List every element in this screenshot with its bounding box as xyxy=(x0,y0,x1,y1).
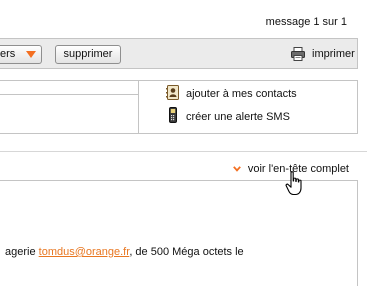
contact-card-icon xyxy=(166,85,180,103)
create-sms-alert-label: créer une alerte SMS xyxy=(186,110,290,123)
create-sms-alert-link[interactable]: créer une alerte SMS xyxy=(166,107,290,126)
delete-button[interactable]: supprimer xyxy=(55,45,121,64)
move-to-folder-button[interactable]: ers xyxy=(0,45,42,64)
print-link[interactable]: imprimer xyxy=(312,48,355,60)
header-column-divider xyxy=(138,81,139,134)
message-text-before: agerie xyxy=(5,246,39,258)
printer-icon[interactable] xyxy=(291,47,305,64)
header-row-divider xyxy=(0,94,138,95)
dropdown-arrow-icon xyxy=(26,51,36,58)
hand-pointer-icon xyxy=(285,171,305,200)
message-text-after: , de 500 Méga octets le xyxy=(129,246,244,258)
mobile-phone-icon xyxy=(166,107,180,126)
message-header-panel: ajouter à mes contacts créer une alerte … xyxy=(0,80,358,134)
add-to-contacts-label: ajouter à mes contacts xyxy=(186,88,297,100)
chevron-down-icon xyxy=(232,163,241,175)
message-toolbar: ers supprimer imprimer xyxy=(0,38,358,69)
section-divider xyxy=(0,151,367,152)
message-body-text: agerie tomdus@orange.fr, de 500 Méga oct… xyxy=(5,246,244,258)
pagination-status: message 1 sur 1 xyxy=(265,16,347,28)
add-to-contacts-link[interactable]: ajouter à mes contacts xyxy=(166,85,297,103)
move-to-folder-label: ers xyxy=(0,48,16,60)
email-link[interactable]: tomdus@orange.fr xyxy=(39,246,130,258)
